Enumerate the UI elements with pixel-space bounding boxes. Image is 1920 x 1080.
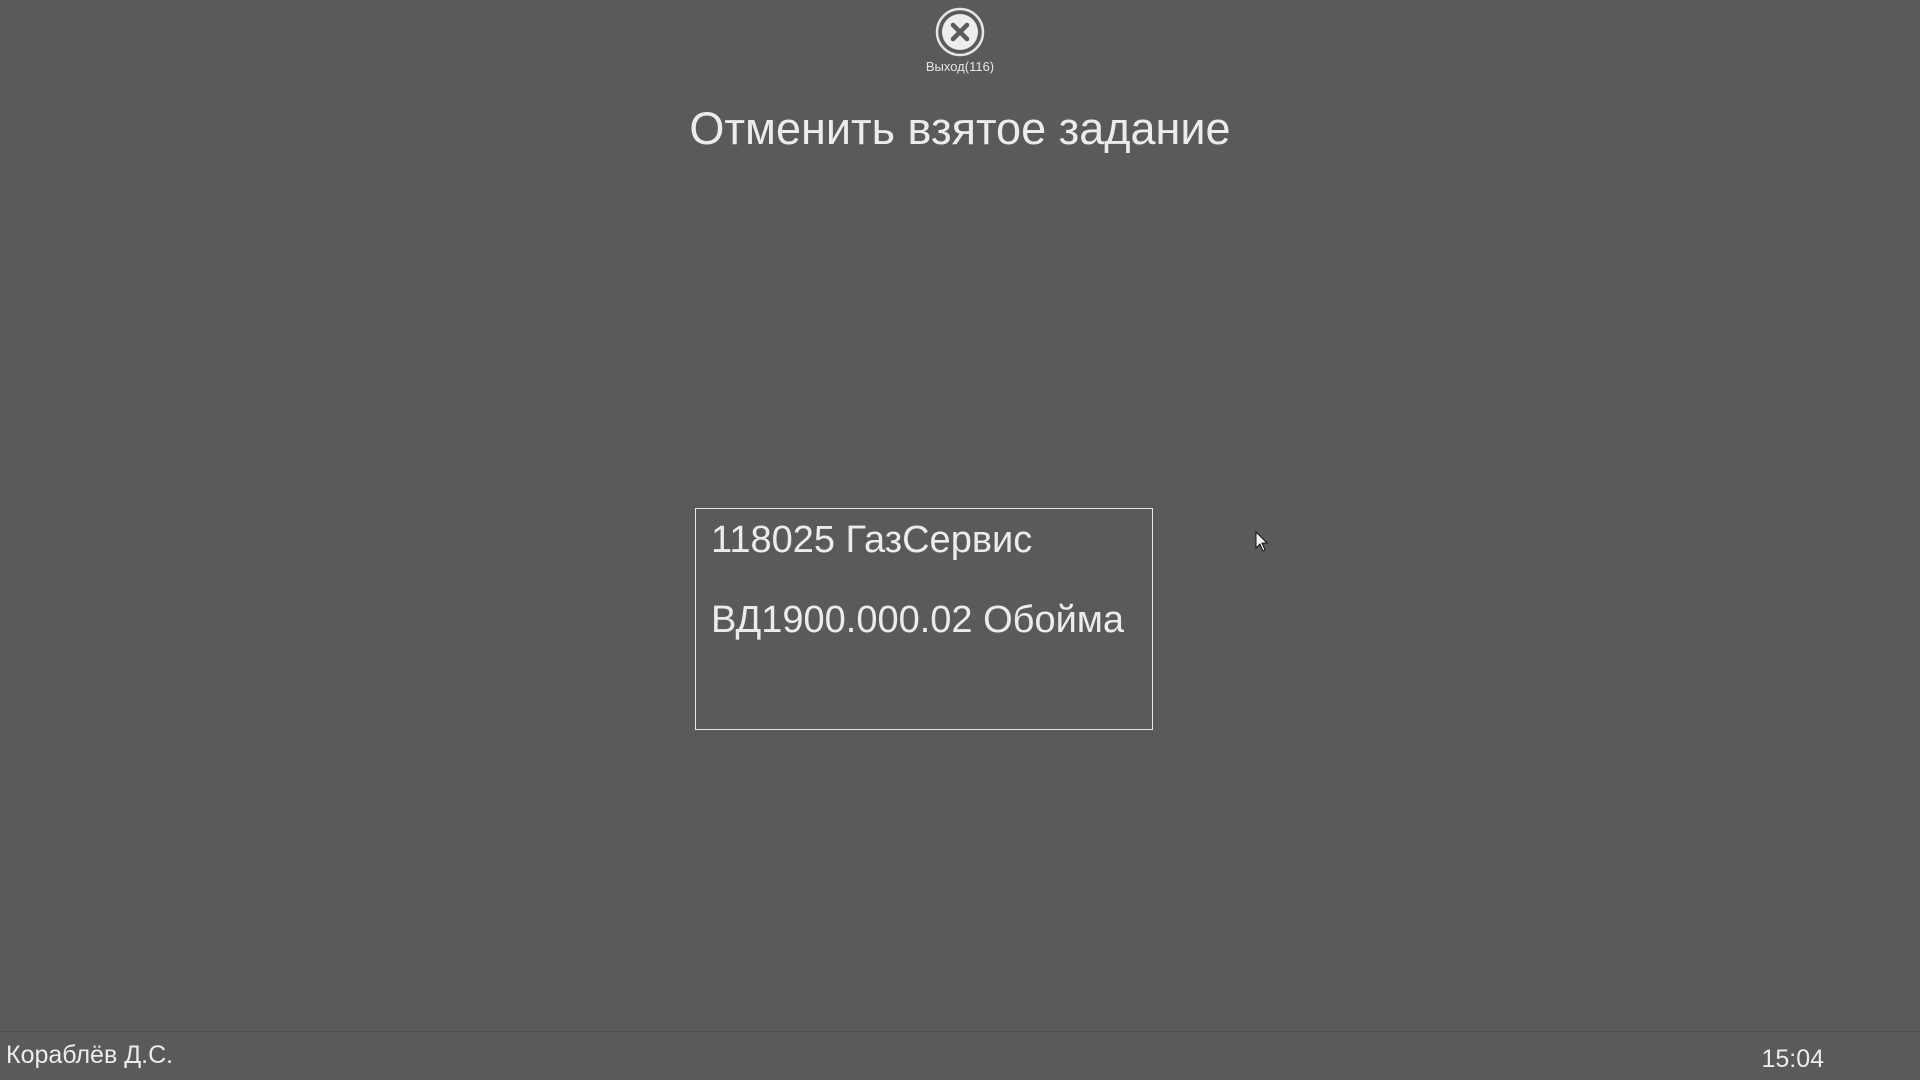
clock: 15:04 — [1761, 1045, 1824, 1073]
task-order-line: 118025 ГазСервис — [711, 519, 1033, 561]
mouse-cursor-icon — [1255, 531, 1269, 552]
task-cancel-screen: Выход(116) Отменить взятое задание 11802… — [0, 0, 1920, 1080]
exit-button[interactable]: Выход(116) — [920, 4, 1000, 78]
status-bar: Кораблёв Д.С. 15:04 — [0, 1031, 1920, 1080]
task-part-line: ВД1900.000.02 Обойма — [711, 599, 1125, 641]
user-name: Кораблёв Д.С. — [6, 1041, 174, 1069]
close-circle-icon — [935, 7, 985, 57]
task-card[interactable]: 118025 ГазСервис ВД1900.000.02 Обойма — [695, 508, 1153, 730]
exit-button-label: Выход(116) — [925, 59, 995, 74]
page-title: Отменить взятое задание — [689, 103, 1231, 154]
